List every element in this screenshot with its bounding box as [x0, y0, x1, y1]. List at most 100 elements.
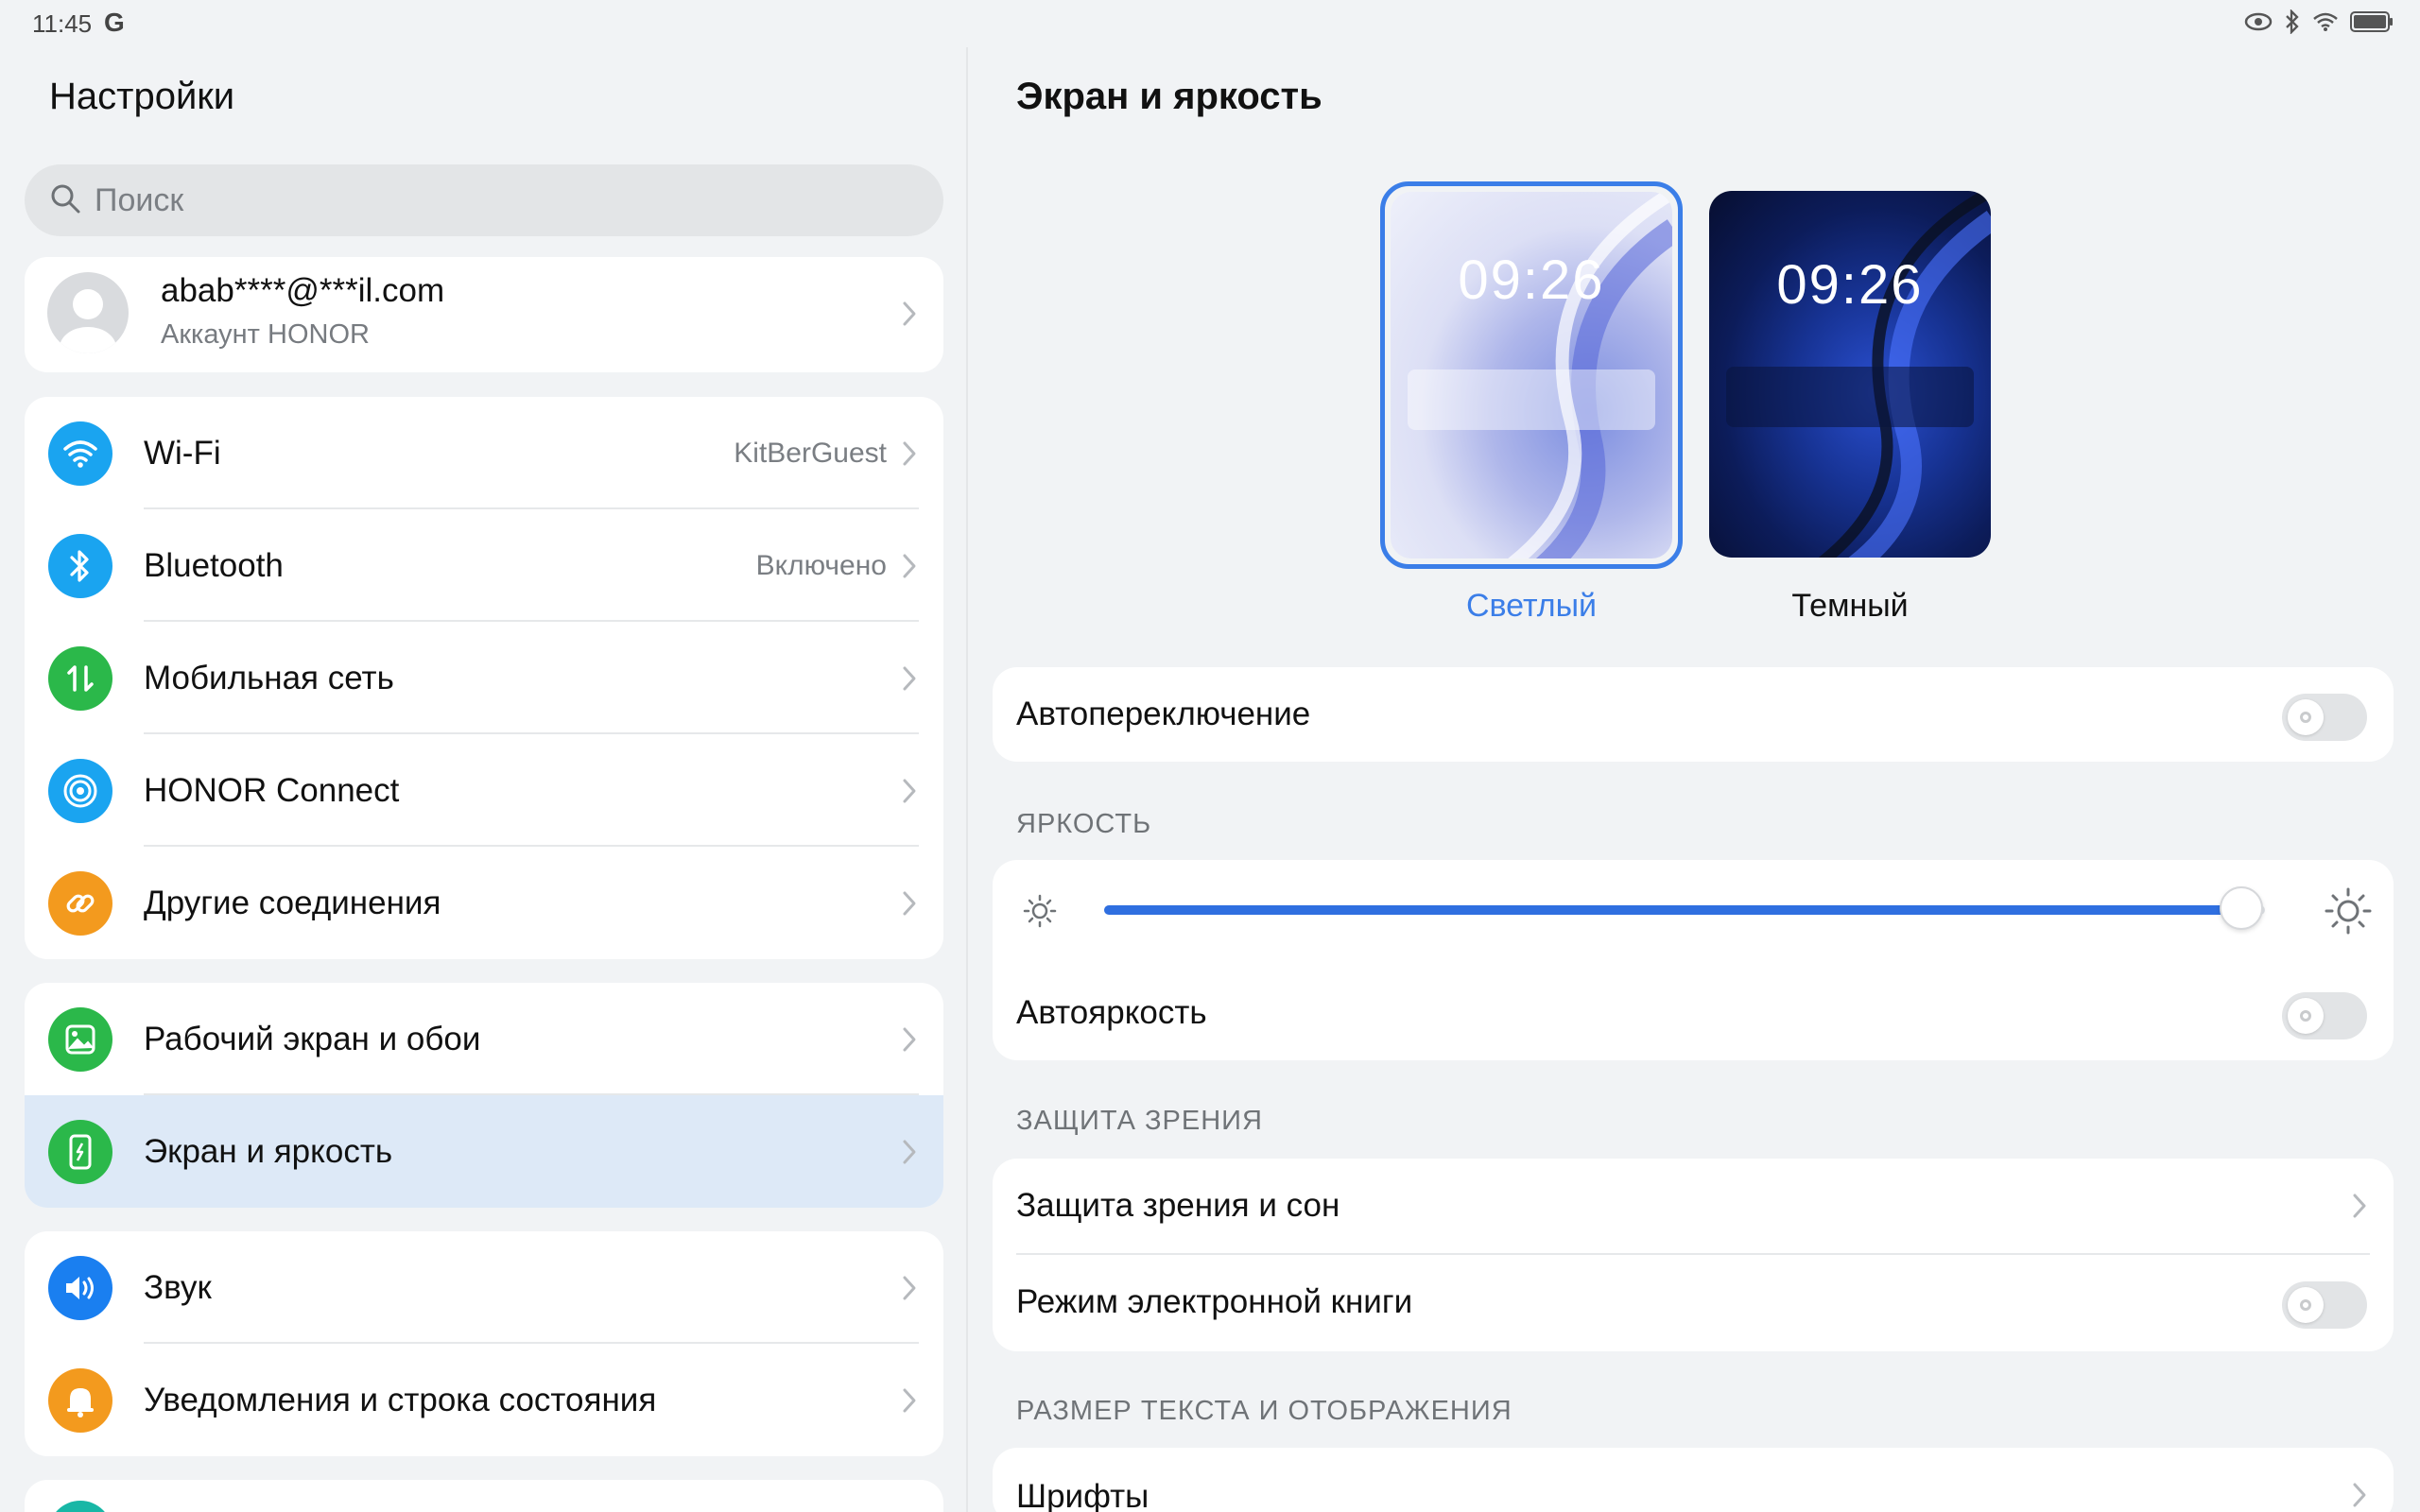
theme-preview-time: 09:26: [1458, 249, 1605, 311]
battery-icon: [2350, 10, 2394, 33]
chevron-right-icon: [902, 1026, 917, 1057]
auto-brightness-row[interactable]: Автояркость: [993, 966, 2394, 1060]
eye-icon: [2244, 11, 2273, 32]
wifi-network-name: KitBerGuest: [734, 437, 887, 469]
account-row[interactable]: abab****@***il.com Аккаунт HONOR: [25, 257, 943, 372]
chevron-right-icon: [902, 665, 917, 696]
page-title: Настройки: [49, 76, 235, 117]
sidebar-item-other-connections[interactable]: Другие соединения: [25, 847, 943, 959]
chevron-right-icon: [2352, 1482, 2367, 1512]
bluetooth-icon: [48, 534, 112, 598]
account-subtitle: Аккаунт HONOR: [161, 319, 370, 350]
bell-icon: [48, 1368, 112, 1433]
sidebar-item-label: Wi-Fi: [144, 434, 221, 472]
fonts-row[interactable]: Шрифты: [993, 1448, 2394, 1512]
connections-card: Wi-Fi KitBerGuest Bluetooth Включено Моб…: [25, 397, 943, 959]
next-settings-card: [25, 1480, 943, 1512]
auto-brightness-toggle[interactable]: [2282, 992, 2367, 1040]
settings-sidebar: Настройки Поиск abab****@***il.com Аккау…: [0, 47, 966, 1512]
search-icon: [49, 182, 81, 219]
auto-switch-toggle[interactable]: [2282, 694, 2367, 741]
mobile-data-icon: [48, 646, 112, 711]
chevron-right-icon: [902, 1387, 917, 1418]
toggle-knob: [2288, 998, 2324, 1034]
theme-option-dark[interactable]: 09:26 Темный: [1709, 191, 1991, 624]
chevron-right-icon: [902, 1275, 917, 1306]
bluetooth-status-icon: [2284, 9, 2301, 34]
account-card[interactable]: abab****@***il.com Аккаунт HONOR: [25, 257, 943, 372]
wifi-status-icon: [2312, 11, 2339, 32]
brightness-slider-fill: [1104, 905, 2241, 915]
theme-option-light[interactable]: 09:26 Светлый: [1380, 181, 1683, 624]
toggle-knob: [2288, 699, 2324, 735]
sidebar-item-notifications[interactable]: Уведомления и строка состояния: [25, 1344, 943, 1456]
sidebar-item-label: Экран и яркость: [144, 1132, 393, 1170]
fonts-card: Шрифты: [993, 1448, 2394, 1512]
status-bar: 11:45 G: [0, 0, 2420, 47]
auto-switch-row[interactable]: Автопереключение: [993, 667, 2394, 762]
avatar: [47, 272, 129, 353]
display-card: Рабочий экран и обои Экран и яркость: [25, 983, 943, 1208]
wallpaper-icon: [48, 1007, 112, 1072]
brightness-slider[interactable]: [1104, 886, 2265, 930]
sound-icon: [48, 1256, 112, 1320]
brightness-section-header: ЯРКОСТЬ: [1016, 809, 1152, 839]
search-placeholder: Поиск: [95, 181, 184, 218]
detail-title: Экран и яркость: [1016, 76, 1322, 117]
chevron-right-icon: [902, 301, 917, 332]
brightness-slider-thumb[interactable]: [2220, 886, 2263, 930]
theme-preview-frame: 09:26: [1380, 181, 1683, 569]
chevron-right-icon: [902, 440, 917, 472]
theme-preview-widget: [1408, 369, 1655, 430]
ebook-mode-toggle[interactable]: [2282, 1281, 2367, 1329]
sidebar-item-mobile-network[interactable]: Мобильная сеть: [25, 622, 943, 734]
chevron-right-icon: [902, 778, 917, 809]
status-icons: [2244, 9, 2394, 34]
toggle-knob: [2288, 1287, 2324, 1323]
chevron-right-icon: [902, 553, 917, 584]
chevron-right-icon: [902, 890, 917, 921]
eye-comfort-card: Защита зрения и сон Режим электронной кн…: [993, 1159, 2394, 1351]
theme-preview-time: 09:26: [1776, 254, 1924, 316]
sidebar-item-wifi[interactable]: Wi-Fi KitBerGuest: [25, 397, 943, 509]
brightness-card: Автояркость: [993, 860, 2394, 1060]
auto-switch-card: Автопереключение: [993, 667, 2394, 762]
search-input[interactable]: Поиск: [25, 164, 943, 236]
bluetooth-status: Включено: [755, 549, 887, 581]
link-icon: [48, 871, 112, 936]
pane-divider: [966, 47, 968, 1512]
sidebar-item-label: Мобильная сеть: [144, 659, 394, 696]
brightness-low-icon: [1019, 890, 1061, 936]
sound-notifications-card: Звук Уведомления и строка состояния: [25, 1231, 943, 1456]
sidebar-item-label: Звук: [144, 1268, 212, 1306]
account-email: abab****@***il.com: [161, 272, 445, 309]
eye-comfort-row[interactable]: Защита зрения и сон: [993, 1159, 2394, 1255]
chevron-right-icon: [902, 1139, 917, 1170]
eye-comfort-section-header: ЗАЩИТА ЗРЕНИЯ: [1016, 1106, 1263, 1136]
sidebar-item-display-brightness[interactable]: Экран и яркость: [25, 1095, 943, 1208]
google-icon: G: [104, 8, 125, 37]
wifi-icon: [48, 421, 112, 486]
text-size-section-header: РАЗМЕР ТЕКСТА И ОТОБРАЖЕНИЯ: [1016, 1396, 1512, 1426]
sidebar-item-label: HONOR Connect: [144, 771, 400, 809]
theme-label-light: Светлый: [1465, 588, 1598, 624]
display-icon: [48, 1120, 112, 1184]
ebook-mode-row[interactable]: Режим электронной книги: [993, 1255, 2394, 1351]
sidebar-item-sound[interactable]: Звук: [25, 1231, 943, 1344]
partial-item-icon: [48, 1501, 112, 1512]
brightness-high-icon: [2322, 885, 2375, 942]
theme-preview-light: 09:26: [1391, 192, 1672, 558]
sidebar-item-honor-connect[interactable]: HONOR Connect: [25, 734, 943, 847]
theme-label-dark: Темный: [1791, 588, 1909, 624]
sidebar-item-bluetooth[interactable]: Bluetooth Включено: [25, 509, 943, 622]
theme-preview-widget: [1726, 367, 1974, 427]
sidebar-item-label: Другие соединения: [144, 884, 441, 921]
sidebar-item-home-screen-wallpaper[interactable]: Рабочий экран и обои: [25, 983, 943, 1095]
sidebar-item-label: Уведомления и строка состояния: [144, 1381, 657, 1418]
auto-switch-label: Автопереключение: [1016, 696, 1311, 732]
ebook-mode-label: Режим электронной книги: [1016, 1283, 1413, 1320]
status-time: 11:45: [32, 9, 93, 38]
fonts-label: Шрифты: [1016, 1478, 1150, 1512]
chevron-right-icon: [2352, 1193, 2367, 1224]
theme-preview-dark: 09:26: [1709, 191, 1991, 558]
